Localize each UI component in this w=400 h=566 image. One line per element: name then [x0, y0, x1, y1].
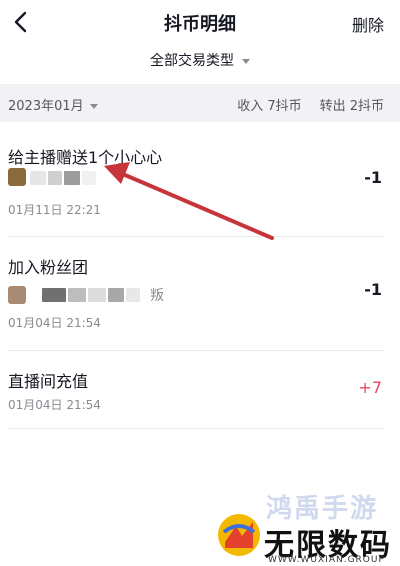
annotation-arrow — [104, 162, 274, 240]
watermark-logo-icon — [218, 514, 260, 556]
watermark-url: WWW.WUXIAN.GROUP — [268, 555, 385, 565]
